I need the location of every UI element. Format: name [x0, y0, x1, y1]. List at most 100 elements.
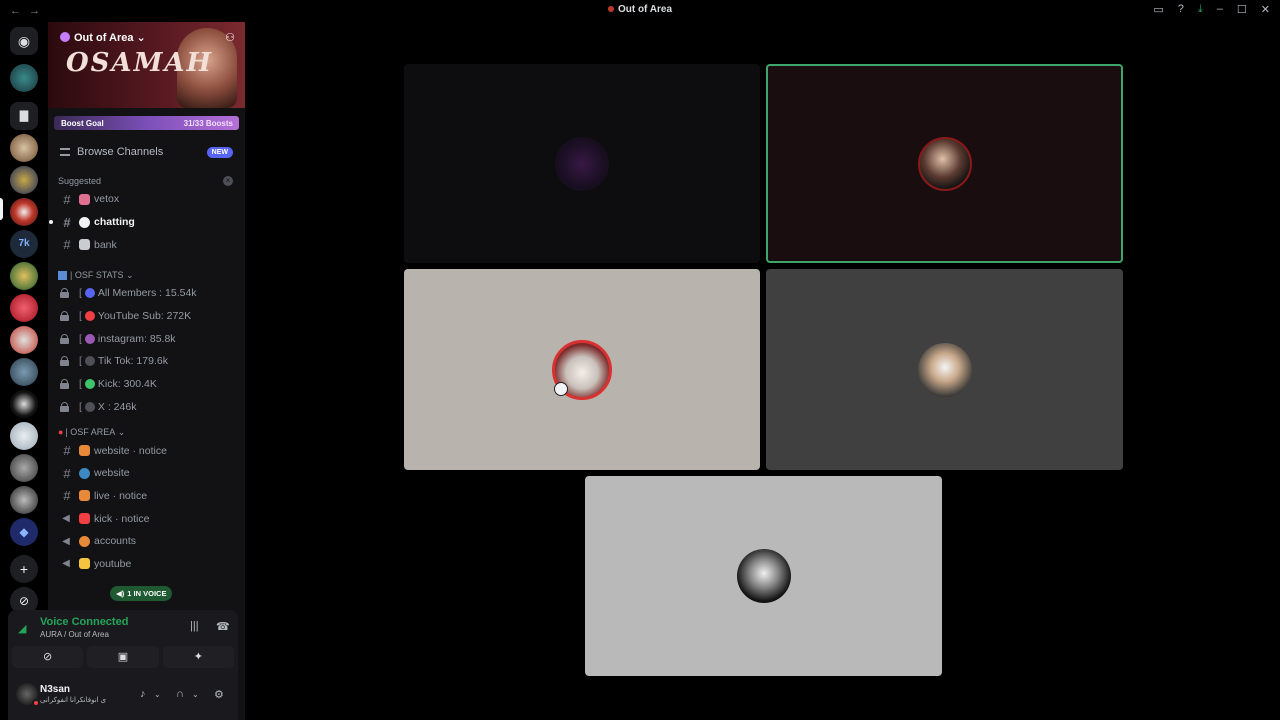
signal-icon[interactable]: ◢ — [18, 622, 30, 635]
chevron-down-icon[interactable]: ⌄ — [154, 690, 161, 699]
channel-youtube-sub[interactable]: [ YouTube Sub: 272K — [48, 305, 245, 328]
username[interactable]: N3san — [40, 684, 70, 695]
category-osf-stats[interactable]: | OSF STATS ⌄ — [58, 268, 245, 282]
server-icon-11[interactable] — [10, 454, 38, 482]
server-icon-folder[interactable] — [10, 64, 38, 92]
chart-emoji-icon — [58, 270, 67, 280]
channel-website[interactable]: # website — [48, 462, 245, 485]
boost-goal-bar[interactable]: Boost Goal 31/33 Boosts — [54, 116, 239, 130]
close-icon[interactable]: ✕ — [1261, 3, 1270, 16]
server-name[interactable]: Out of Area ⌄ — [60, 31, 146, 44]
title-bar: ← → Out of Area ▭ ? ⤓ – ☐ ✕ — [0, 0, 1280, 22]
server-icon-8[interactable] — [10, 358, 38, 386]
chevron-down-icon[interactable]: ⌄ — [192, 690, 199, 699]
gift-emoji-icon — [79, 193, 90, 205]
channel-kick[interactable]: [ Kick: 300.4K — [48, 373, 245, 396]
participant-tile-speaking[interactable] — [766, 64, 1123, 263]
browse-channels[interactable]: Browse Channels NEW — [60, 144, 245, 160]
participant-tile[interactable] — [585, 476, 942, 676]
green-circle-icon — [84, 379, 95, 390]
channel-accounts[interactable]: ◀ accounts — [48, 530, 245, 553]
download-icon[interactable]: ⤓ — [1198, 3, 1203, 16]
server-icon-out-of-area[interactable] — [10, 198, 38, 226]
unread-indicator — [49, 220, 53, 225]
status-badge-icon — [554, 382, 568, 396]
channel-youtube[interactable]: ◀ youtube — [48, 553, 245, 576]
participant-tile[interactable] — [404, 64, 760, 263]
dismiss-icon[interactable]: × — [223, 176, 233, 186]
server-dot-icon — [607, 6, 614, 13]
inbox-icon[interactable]: ▭ — [1153, 3, 1163, 16]
channel-tiktok[interactable]: [ Tik Tok: 179.6k — [48, 350, 245, 373]
server-icon-5[interactable] — [10, 262, 38, 290]
disconnect-icon[interactable]: ☎ — [216, 620, 230, 633]
voice-stage — [245, 22, 1280, 720]
server-icon-2[interactable] — [10, 166, 38, 194]
server-icon-4[interactable]: 7k — [10, 230, 38, 258]
speaker-icon: ◀) — [116, 589, 125, 598]
black-circle-icon — [84, 356, 95, 367]
channel-all-members[interactable]: [ All Members : 15.54k — [48, 282, 245, 305]
lock-icon — [60, 356, 69, 367]
settings-gear-icon[interactable]: ⚙ — [214, 688, 224, 701]
add-server-icon[interactable]: + — [10, 555, 38, 583]
in-voice-badge[interactable]: ◀) 1 IN VOICE — [110, 586, 173, 601]
hash-icon: # — [63, 237, 71, 253]
lock-icon — [60, 401, 69, 412]
hash-icon: # — [63, 443, 71, 459]
banner-text: OSAMAH — [66, 48, 214, 78]
category-suggested[interactable]: Suggested × — [58, 174, 245, 188]
help-icon[interactable]: ? — [1178, 3, 1184, 16]
category-osf-area[interactable]: ● | OSF AREA ⌄ — [58, 425, 245, 439]
lock-icon — [60, 288, 69, 299]
channel-x[interactable]: [ X : 246k — [48, 396, 245, 419]
camera-off-button[interactable]: ⊘ — [12, 646, 84, 668]
members-emoji-icon — [84, 288, 95, 299]
microphone-icon[interactable]: ♪ — [140, 688, 146, 700]
boost-goal-label: Boost Goal — [61, 119, 104, 128]
invite-people-icon[interactable]: ⚇ — [225, 31, 235, 44]
discord-home-icon[interactable]: ◉ — [10, 27, 38, 55]
server-icon-10[interactable] — [10, 422, 38, 450]
server-banner[interactable]: OSAMAH Out of Area ⌄ ⚇ — [48, 22, 245, 108]
screen-share-button[interactable]: ▣ — [87, 646, 159, 668]
channel-bank[interactable]: # bank — [48, 233, 245, 256]
server-icon-1[interactable] — [10, 134, 38, 162]
voice-status[interactable]: Voice Connected — [40, 616, 128, 628]
announcement-icon: ◀ — [62, 558, 70, 570]
server-icon-6[interactable] — [10, 294, 38, 322]
status-indicator — [32, 699, 40, 707]
maximize-icon[interactable]: ☐ — [1237, 3, 1247, 16]
minimize-icon[interactable]: – — [1217, 3, 1223, 16]
avatar[interactable] — [16, 683, 40, 707]
lock-icon — [60, 333, 69, 344]
red-circle-icon — [84, 311, 95, 322]
server-icon-9[interactable] — [10, 390, 38, 418]
voice-location[interactable]: AURA / Out of Area — [40, 630, 109, 639]
bank-emoji-icon — [79, 239, 90, 251]
window-title: Out of Area — [0, 4, 1280, 15]
channel-live-notice[interactable]: # live · notice — [48, 485, 245, 508]
channel-instagram[interactable]: [ instagram: 85.8k — [48, 327, 245, 350]
channel-website-notice[interactable]: # website · notice — [48, 439, 245, 462]
selected-server-pill — [0, 198, 3, 220]
participant-tile[interactable] — [766, 269, 1123, 470]
headphones-icon[interactable]: ∩ — [176, 688, 184, 700]
channel-vetox[interactable]: # vetox — [48, 188, 245, 211]
speech-bubble-emoji-icon — [79, 216, 90, 228]
hash-icon: # — [63, 191, 71, 207]
folder-icon[interactable]: ▇ — [10, 102, 38, 130]
channel-chatting[interactable]: # chatting — [48, 211, 245, 234]
soundboard-icon[interactable]: ||| — [190, 620, 199, 632]
server-icon-13[interactable]: ◆ — [10, 518, 38, 546]
participant-tile[interactable] — [404, 269, 760, 470]
server-icon-12[interactable] — [10, 486, 38, 514]
channel-kick-notice[interactable]: ◀ kick · notice — [48, 507, 245, 530]
lock-icon — [60, 379, 69, 390]
activities-button[interactable]: ✦ — [162, 646, 234, 668]
accounts-emoji-icon — [79, 535, 90, 547]
screen-share-icon: ▣ — [117, 651, 129, 663]
globe-emoji-icon — [79, 467, 90, 479]
hash-icon: # — [63, 488, 71, 504]
server-icon-7[interactable] — [10, 326, 38, 354]
